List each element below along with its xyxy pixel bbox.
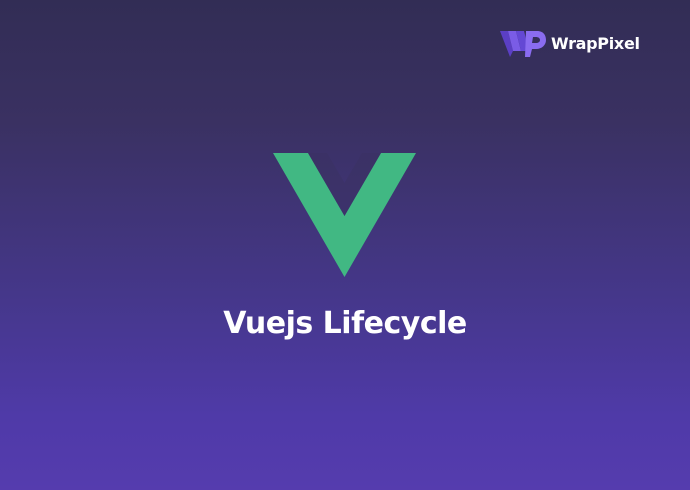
brand-header: WrapPixel <box>500 29 640 59</box>
vuejs-logo-icon <box>273 153 416 277</box>
wrappixel-logo-icon <box>500 31 546 57</box>
brand-name: WrapPixel <box>551 34 640 53</box>
page-title: Vuejs Lifecycle <box>223 306 467 341</box>
